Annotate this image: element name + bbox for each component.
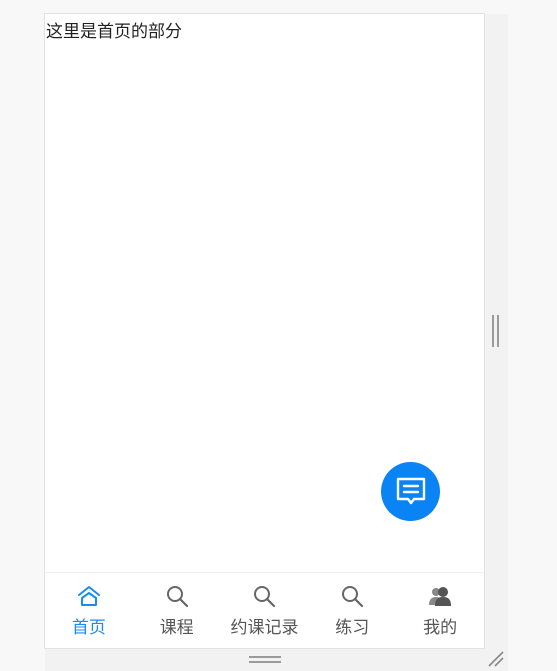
user-icon [429,587,452,606]
tab-label-mine: 我的 [423,618,458,638]
tab-mine[interactable]: 我的 [396,573,484,648]
horizontal-resize-handle[interactable] [249,656,281,664]
tab-label-courses: 课程 [159,618,194,638]
phone-preview: 这里是首页的部分 首页 课程 约课记录 练习 我的 [44,13,485,649]
resize-corner-icon[interactable] [487,650,505,668]
message-icon [396,477,425,504]
search-icon [254,586,276,608]
message-fab-button[interactable] [381,462,440,521]
home-content-text: 这里是首页的部分 [46,22,182,42]
tab-practice[interactable]: 练习 [308,573,396,648]
tab-home[interactable]: 首页 [45,573,133,648]
vertical-resize-handle[interactable] [492,315,500,347]
tab-label-booking-records: 约课记录 [230,618,299,638]
tab-courses[interactable]: 课程 [133,573,221,648]
tab-booking-records[interactable]: 约课记录 [221,573,309,648]
search-icon [166,586,188,608]
tab-label-home: 首页 [71,618,106,638]
search-icon [342,586,364,608]
home-icon [77,586,100,606]
bottom-tab-bar: 首页 课程 约课记录 练习 我的 [45,572,484,648]
tab-label-practice: 练习 [335,618,370,638]
